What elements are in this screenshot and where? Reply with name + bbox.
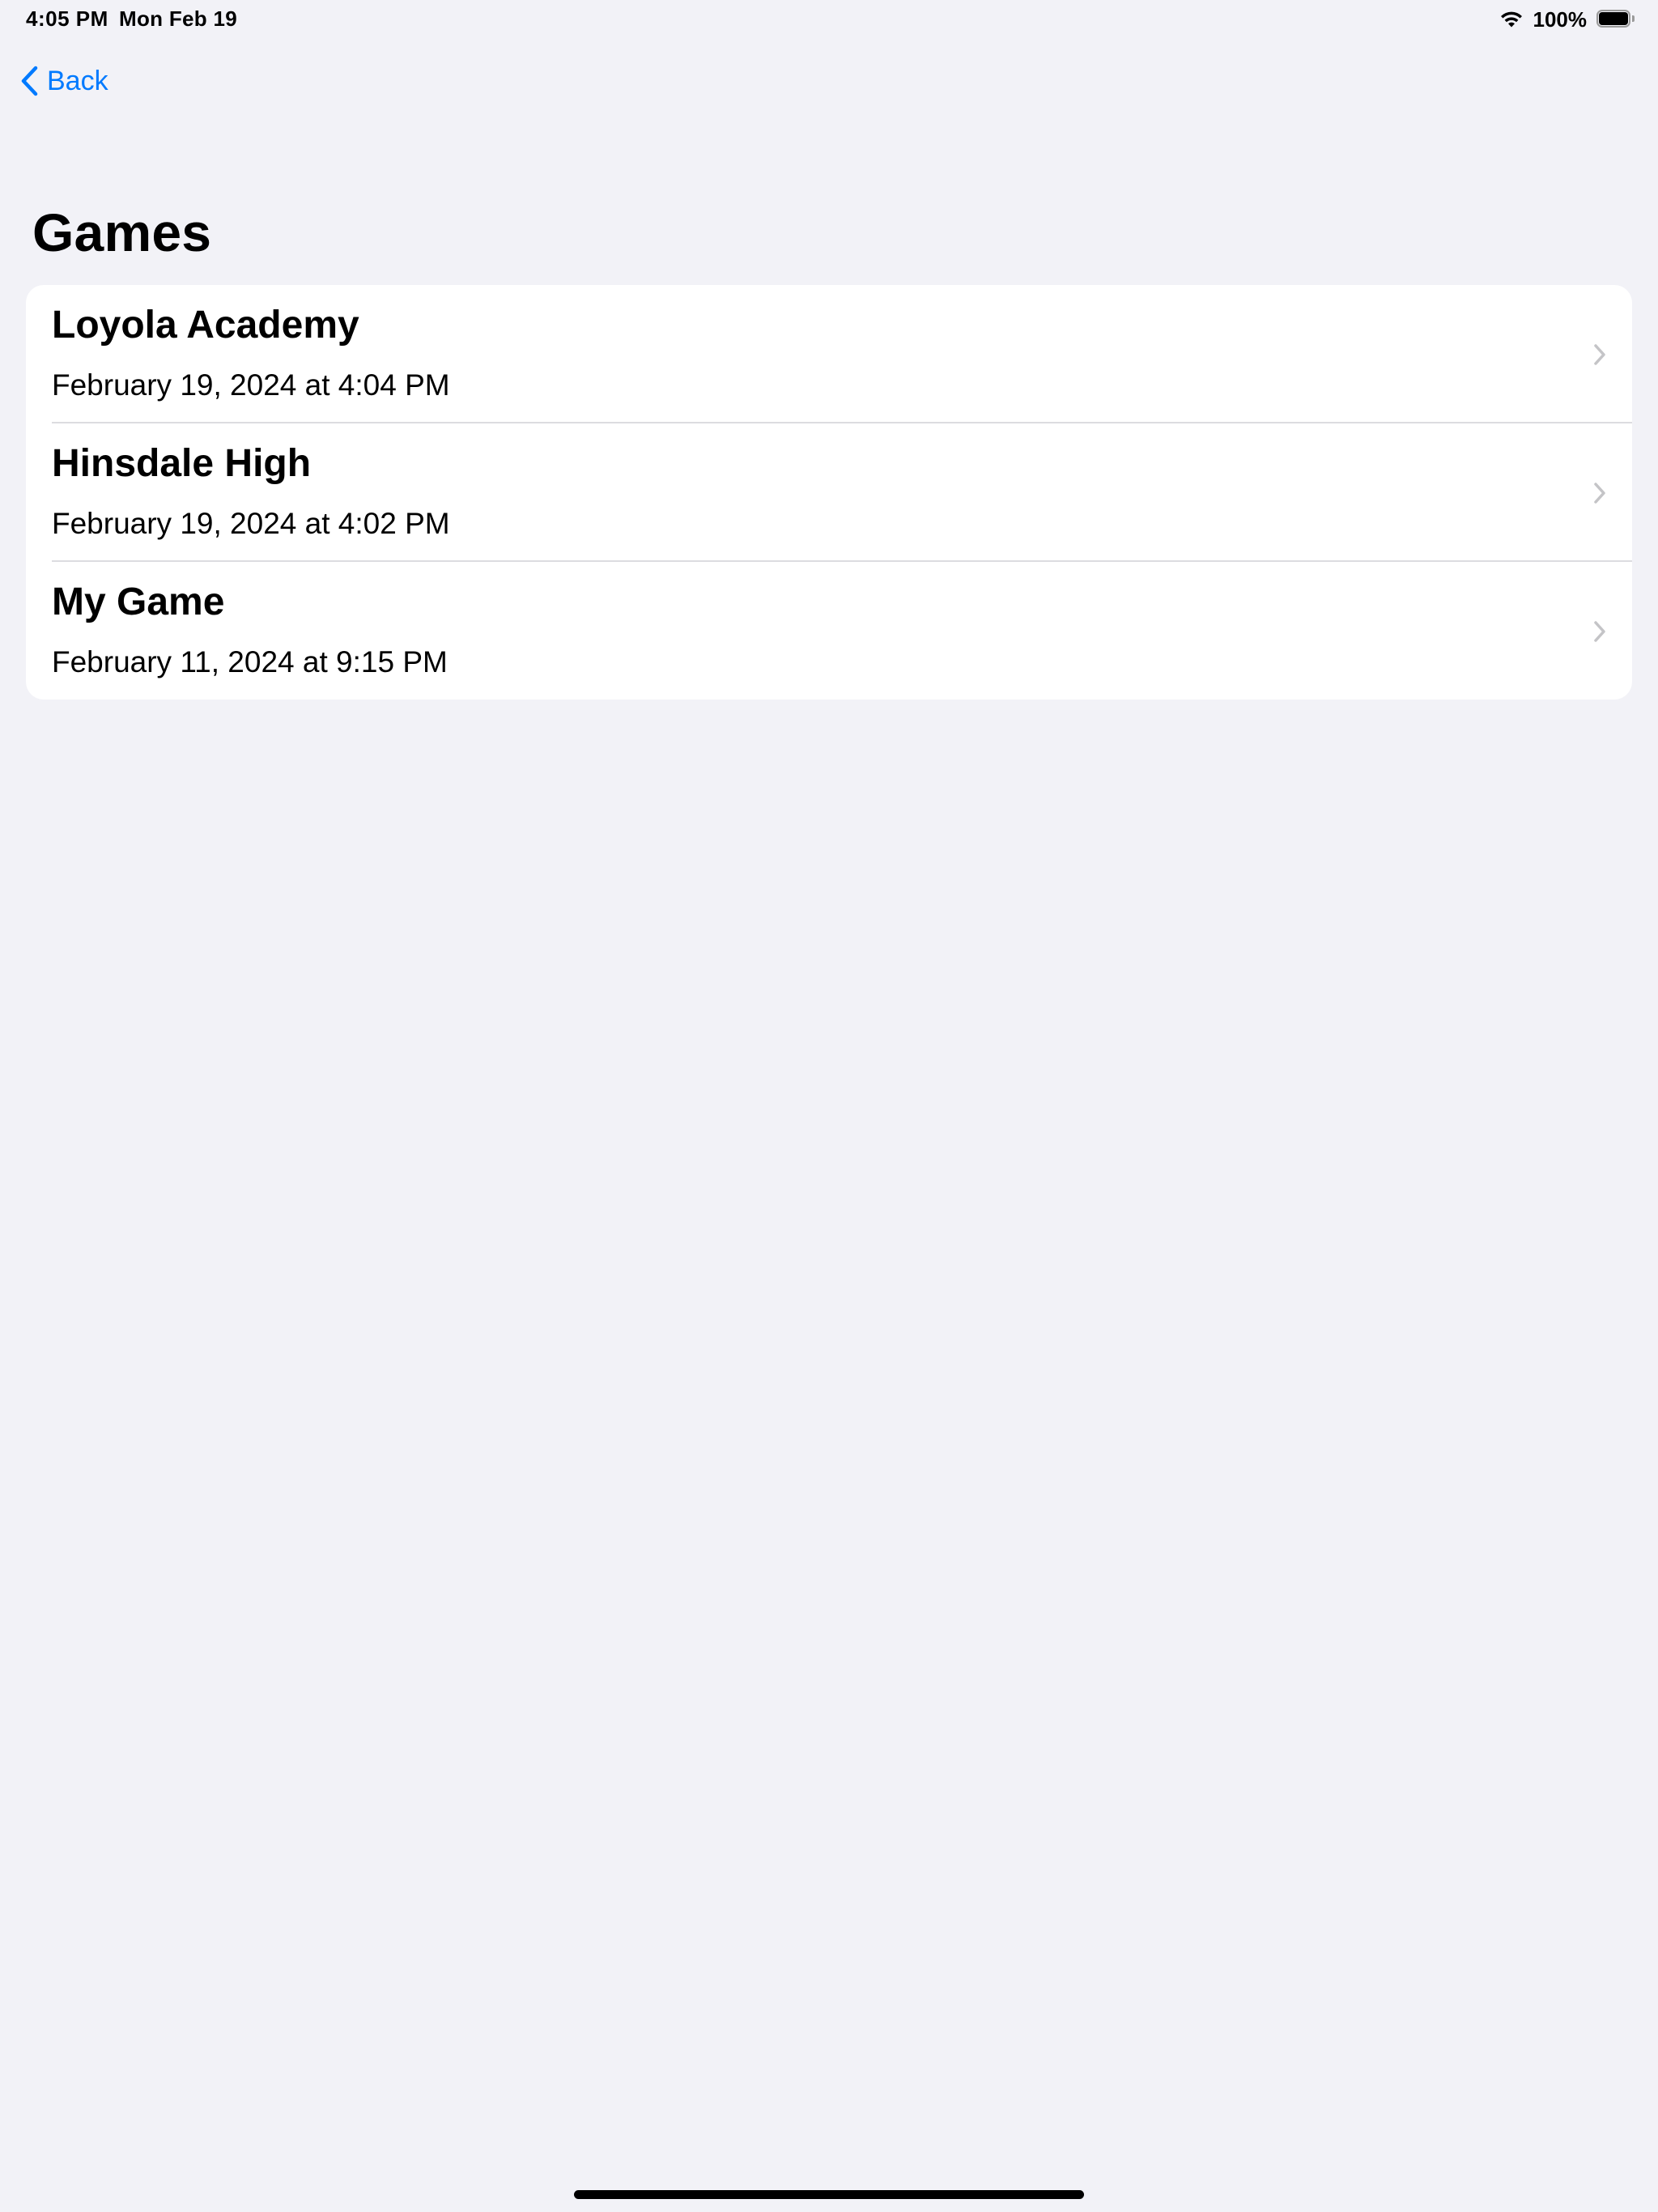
game-title: My Game xyxy=(52,581,225,623)
status-indicators: 100% xyxy=(1499,5,1636,34)
home-indicator[interactable] xyxy=(574,2190,1084,2199)
battery-percent: 100% xyxy=(1533,6,1588,32)
games-list: Loyola Academy February 19, 2024 at 4:04… xyxy=(26,285,1632,700)
page-title: Games xyxy=(32,202,212,262)
battery-fill xyxy=(1599,12,1628,25)
game-title: Loyola Academy xyxy=(52,304,359,347)
chevron-right-icon xyxy=(1592,342,1608,368)
status-bar: 4:05 PM Mon Feb 19 100% xyxy=(0,0,1658,39)
back-button[interactable]: Back xyxy=(19,58,108,104)
chevron-right-icon xyxy=(1592,619,1608,644)
battery-icon xyxy=(1596,10,1635,29)
wifi-icon xyxy=(1499,10,1524,29)
game-row-my-game[interactable]: My Game February 11, 2024 at 9:15 PM xyxy=(26,562,1632,700)
game-date: February 19, 2024 at 4:02 PM xyxy=(52,507,450,540)
game-date: February 11, 2024 at 9:15 PM xyxy=(52,645,448,678)
game-title: Hinsdale High xyxy=(52,442,312,485)
battery-cap xyxy=(1632,15,1635,22)
status-date: Mon Feb 19 xyxy=(119,6,238,31)
game-row-loyola-academy[interactable]: Loyola Academy February 19, 2024 at 4:04… xyxy=(26,285,1632,423)
status-time: 4:05 PM xyxy=(26,6,108,31)
chevron-right-icon xyxy=(1592,480,1608,506)
chevron-left-icon xyxy=(19,65,39,97)
back-label: Back xyxy=(47,65,108,96)
game-date: February 19, 2024 at 4:04 PM xyxy=(52,368,450,402)
game-row-hinsdale-high[interactable]: Hinsdale High February 19, 2024 at 4:02 … xyxy=(26,423,1632,562)
